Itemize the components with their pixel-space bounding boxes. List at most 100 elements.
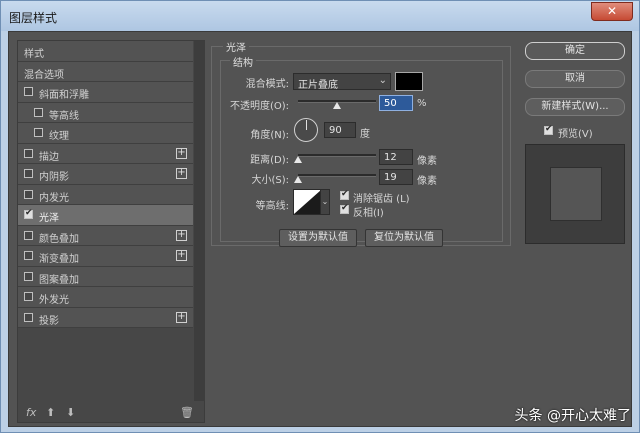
- style-item-label: 斜面和浮雕: [39, 90, 89, 101]
- style-item-label: 内发光: [39, 192, 69, 204]
- chevron-down-icon: ⌄: [378, 75, 387, 86]
- distance-label: 距离(D):: [250, 155, 289, 166]
- style-item-label: 图案叠加: [39, 274, 79, 286]
- dialog-body: 样式混合选项斜面和浮雕等高线纹理描边+内阴影+内发光光泽颜色叠加+渐变叠加+图案…: [8, 31, 632, 427]
- style-item-label: 颜色叠加: [39, 233, 79, 245]
- move-down-icon[interactable]: ⬇: [66, 406, 75, 419]
- opacity-input[interactable]: 50: [379, 95, 413, 111]
- reset-default-button[interactable]: 复位为默认值: [365, 229, 443, 247]
- opacity-unit: %: [417, 98, 427, 109]
- style-item-label: 纹理: [49, 131, 69, 142]
- add-effect-icon[interactable]: +: [176, 229, 187, 241]
- style-list-item[interactable]: 光泽: [18, 205, 193, 226]
- opacity-slider-thumb[interactable]: [333, 102, 341, 109]
- style-list-item[interactable]: 斜面和浮雕: [18, 82, 193, 103]
- antialias-label: 消除锯齿 (L): [353, 194, 410, 205]
- move-up-icon[interactable]: ⬆: [46, 406, 55, 419]
- style-item-label: 样式: [24, 49, 44, 60]
- add-effect-icon[interactable]: +: [176, 250, 187, 261]
- set-default-button[interactable]: 设置为默认值: [279, 229, 357, 247]
- style-item-label: 外发光: [39, 295, 69, 306]
- window-title: 图层样式: [9, 11, 58, 25]
- style-list-item[interactable]: 纹理: [18, 123, 193, 144]
- style-list-item[interactable]: 渐变叠加 +: [18, 246, 193, 267]
- angle-dial[interactable]: [294, 118, 318, 142]
- distance-slider-track[interactable]: [298, 154, 376, 157]
- add-effect-icon[interactable]: +: [176, 168, 187, 179]
- style-list-item[interactable]: 外发光: [18, 287, 193, 308]
- angle-input[interactable]: 90: [324, 122, 356, 138]
- style-item-checkbox[interactable]: [24, 189, 33, 199]
- style-list-item[interactable]: 等高线: [18, 102, 193, 123]
- style-list-item[interactable]: 图案叠加: [18, 266, 193, 287]
- opacity-label: 不透明度(O):: [229, 101, 289, 112]
- new-style-button[interactable]: 新建样式(W)...: [525, 98, 625, 116]
- close-button[interactable]: ✕: [591, 2, 633, 21]
- structure-title: 结构: [230, 54, 256, 69]
- style-item-checkbox[interactable]: [24, 87, 33, 96]
- style-item-label: 混合选项: [24, 69, 64, 81]
- style-item-label: 渐变叠加: [39, 254, 79, 265]
- style-preview-swatch: [550, 167, 602, 221]
- style-item-checkbox[interactable]: [24, 292, 33, 301]
- style-item-checkbox[interactable]: [24, 251, 33, 260]
- style-list-item[interactable]: 内阴影 +: [18, 164, 193, 185]
- style-item-checkbox[interactable]: [24, 230, 33, 240]
- blend-mode-select[interactable]: 正片叠底 ⌄: [293, 73, 391, 91]
- contour-label: 等高线:: [255, 201, 289, 212]
- size-slider-track[interactable]: [298, 174, 376, 177]
- add-effect-icon[interactable]: +: [176, 147, 187, 159]
- contour-dropdown[interactable]: ⌄: [320, 189, 330, 215]
- size-slider-thumb[interactable]: [294, 176, 302, 183]
- size-label: 大小(S):: [251, 175, 289, 186]
- style-item-checkbox[interactable]: [24, 271, 33, 281]
- cancel-button[interactable]: 取消: [525, 70, 625, 88]
- style-list-item[interactable]: 投影 +: [18, 307, 193, 328]
- angle-dial-needle: [306, 120, 307, 130]
- gloss-color-swatch[interactable]: [395, 72, 423, 91]
- style-item-checkbox[interactable]: [24, 148, 33, 158]
- layer-style-dialog: 图层样式 ✕ 样式混合选项斜面和浮雕等高线纹理描边+内阴影+内发光光泽颜色叠加+…: [0, 0, 640, 433]
- angle-unit: 度: [360, 129, 370, 140]
- style-list-item[interactable]: 颜色叠加 +: [18, 225, 193, 246]
- style-item-label: 光泽: [39, 213, 59, 224]
- size-input[interactable]: 19: [379, 169, 413, 185]
- preview-checkbox[interactable]: [544, 124, 553, 135]
- style-preview: [525, 144, 625, 244]
- fx-icon[interactable]: fx: [26, 406, 36, 419]
- contour-curve-icon: [294, 190, 320, 214]
- contour-preview[interactable]: [293, 189, 321, 215]
- style-item-label: 内阴影: [39, 172, 69, 183]
- style-list-item[interactable]: 描边 +: [18, 143, 193, 164]
- distance-slider-thumb[interactable]: [294, 156, 302, 163]
- size-unit: 像素: [417, 176, 437, 187]
- watermark: 头条 @开心太难了: [514, 408, 631, 424]
- trash-icon[interactable]: 🗑: [180, 406, 194, 419]
- style-list-panel: 样式混合选项斜面和浮雕等高线纹理描边 + 内阴影 + 内发光光泽颜色叠加 + 渐变叠加 + 图案…: [17, 40, 205, 423]
- style-list-scrollbar[interactable]: [194, 41, 205, 401]
- antialias-checkbox[interactable]: [340, 189, 349, 200]
- blend-mode-value: 正片叠底: [298, 80, 338, 91]
- style-list-toolbar: fx ⬆ ⬇ 🗑: [18, 403, 204, 423]
- ok-button[interactable]: 确定: [525, 42, 625, 60]
- gloss-title: 光泽: [223, 39, 249, 54]
- style-item-checkbox[interactable]: [34, 107, 43, 117]
- style-list-item[interactable]: 样式: [18, 41, 193, 62]
- style-item-checkbox[interactable]: [24, 208, 33, 219]
- preview-label: 预览(V): [558, 129, 593, 140]
- distance-input[interactable]: 12: [379, 149, 413, 165]
- distance-unit: 像素: [417, 156, 437, 167]
- blend-mode-label: 混合模式:: [245, 79, 289, 90]
- style-item-label: 投影: [39, 315, 59, 327]
- style-item-checkbox[interactable]: [24, 312, 33, 322]
- add-effect-icon[interactable]: +: [176, 311, 187, 323]
- title-bar: 图层样式 ✕: [1, 1, 639, 31]
- angle-label: 角度(N):: [250, 130, 289, 141]
- style-list-item[interactable]: 混合选项: [18, 61, 193, 82]
- invert-checkbox[interactable]: [340, 203, 349, 214]
- style-item-checkbox[interactable]: [34, 128, 43, 137]
- invert-label: 反相(I): [353, 208, 384, 219]
- style-item-checkbox[interactable]: [24, 169, 33, 178]
- style-list: 样式混合选项斜面和浮雕等高线纹理描边 + 内阴影 + 内发光光泽颜色叠加 + 渐变叠加 + 图案…: [18, 41, 193, 328]
- style-list-item[interactable]: 内发光: [18, 184, 193, 205]
